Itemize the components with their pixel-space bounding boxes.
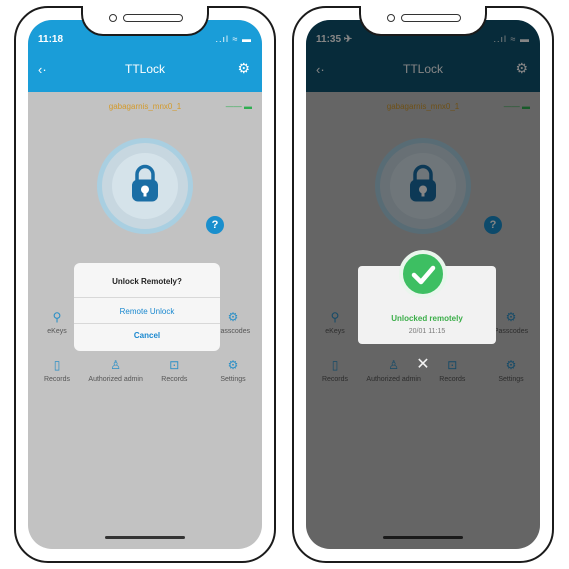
camera-dot [109,14,117,22]
unlock-button[interactable] [97,138,193,234]
status-icons: ..ıl ≈ ▬ [215,34,252,44]
dialog-title: Unlock Remotely? [112,277,182,286]
remote-unlock-button[interactable]: Remote Unlock [74,307,220,316]
feature-records-2[interactable]: ⊡ Records [145,358,203,383]
page-title: TTLock [124,62,165,76]
phone-right: 11:35 ✈ ..ıl ≈ ▬ ‹· TTLock ⚙ gabagarnis_… [292,6,554,563]
feature-settings[interactable]: ⚙ Settings [204,358,262,383]
speaker-slot [123,14,183,22]
speaker-slot [401,14,461,22]
screen-right: 11:35 ✈ ..ıl ≈ ▬ ‹· TTLock ⚙ gabagarnis_… [306,20,540,549]
feature-authorized-admin[interactable]: ♙ Authorized admin [87,358,145,383]
gear-icon[interactable]: ⚙ [237,60,250,77]
records-icon: ▯ [53,358,61,372]
records-icon: ⊡ [169,358,180,372]
feature-row-2: ▯ Records ♙ Authorized admin ⊡ Records ⚙ Set… [28,358,262,383]
phone-notch [81,6,209,36]
phone-notch [359,6,487,36]
camera-dot [387,14,395,22]
feature-label: eKeys [47,328,67,335]
phone-left: 11:18 ..ıl ≈ ▬ ‹· TTLock ⚙ gabagarnis_mn… [14,6,276,563]
screen-left: 11:18 ..ıl ≈ ▬ ‹· TTLock ⚙ gabagarnis_mn… [28,20,262,549]
success-title: Unlocked remotely [391,314,463,323]
battery-indicator: —— ▬ [225,102,252,111]
status-time: 11:18 [38,34,64,45]
unlock-confirm-dialog: Unlock Remotely? Remote Unlock Cancel [74,263,220,351]
cancel-button[interactable]: Cancel [74,331,220,340]
feature-label: Settings [220,376,246,383]
dialog-divider [74,297,220,298]
gear-icon: ⚙ [227,358,239,372]
feature-records[interactable]: ▯ Records [28,358,86,383]
feature-label: Passcodes [215,328,251,335]
dialog-divider [74,323,220,324]
checkmark-glyph [411,265,436,285]
admin-icon: ♙ [110,358,122,372]
checkmark-icon [399,250,447,298]
success-time: 20/01 11:15 [408,328,446,335]
feature-label: Authorized admin [88,376,143,383]
help-button[interactable]: ? [206,216,224,234]
home-indicator[interactable] [105,536,185,539]
feature-label: Records [43,376,71,383]
padlock-icon [129,164,161,209]
feature-label: Records [161,376,188,383]
close-icon[interactable]: ✕ [416,354,429,374]
